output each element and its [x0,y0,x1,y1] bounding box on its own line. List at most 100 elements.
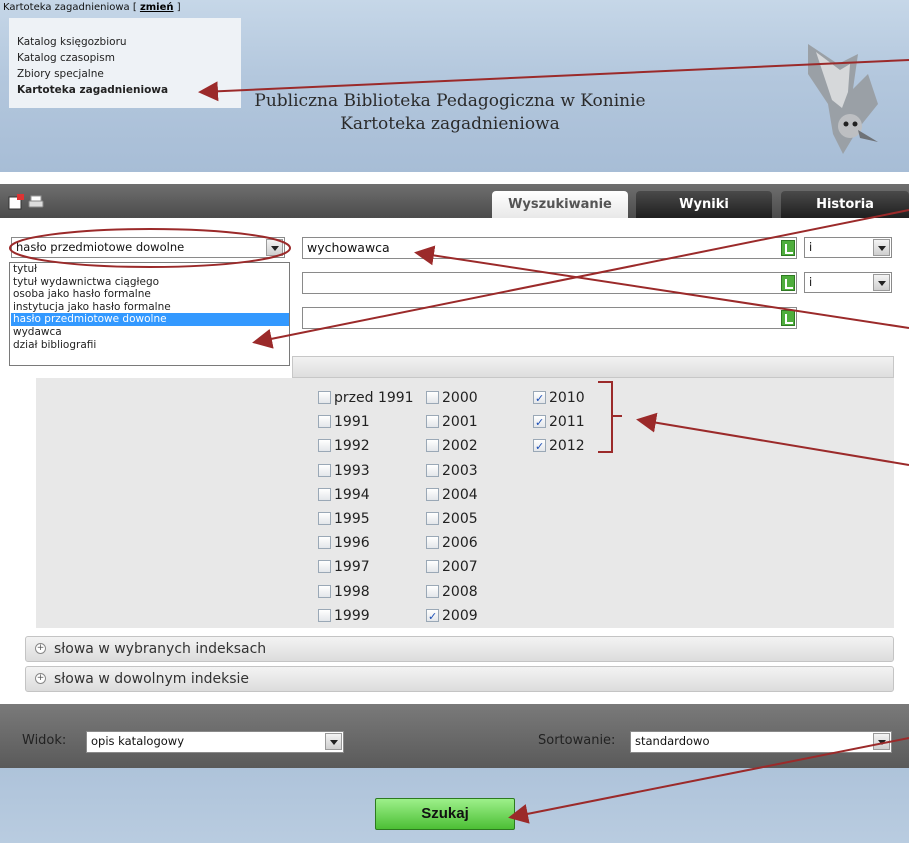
year-label: 1997 [334,559,370,576]
field-option[interactable]: wydawca [11,326,289,339]
catalog-menu-item[interactable]: Zbiory specjalne [17,66,241,82]
year-option[interactable]: 2002 [426,436,478,458]
year-checkbox[interactable] [318,608,331,622]
catalog-menu-item[interactable]: Katalog czasopism [17,50,241,66]
printer-icon[interactable] [28,194,44,210]
chevron-down-icon[interactable] [266,239,283,256]
year-checkbox[interactable] [318,512,331,525]
field-select[interactable]: hasło przedmiotowe dowolne [11,237,285,258]
year-label: 2012 [549,438,585,455]
year-checkbox-panel: przed 1991 1991 1992 1993 1994 1995 1996 1997 19… [36,378,894,628]
year-option[interactable]: 2004 [426,485,478,507]
year-checkbox[interactable] [533,413,546,433]
chevron-down-icon[interactable] [873,274,890,291]
search-term-1[interactable]: wychowawca [302,237,797,259]
year-checkbox[interactable] [426,536,439,550]
year-checkbox[interactable] [426,463,439,477]
new-page-icon[interactable] [8,194,24,210]
year-checkbox[interactable] [318,536,331,550]
field-option[interactable]: instytucja jako hasło formalne [11,301,289,314]
section-indexes-any[interactable]: + słowa w dowolnym indeksie [25,666,894,692]
search-panel: hasło przedmiotowe dowolne tytuł tytuł w… [0,218,909,704]
year-checkbox[interactable] [318,584,331,598]
tab-history[interactable]: Historia [781,191,909,218]
year-option[interactable]: 1993 [318,461,370,483]
keyboard-index-icon[interactable] [781,310,795,326]
operator-select-2[interactable]: i [804,272,892,293]
year-option[interactable]: 1991 [318,412,370,434]
year-label: 2011 [549,414,585,431]
view-select[interactable]: opis katalogowy [86,731,344,753]
year-checkbox[interactable] [318,415,331,429]
year-label: 1996 [334,535,370,552]
year-option[interactable]: przed 1991 [318,388,414,410]
keyboard-index-icon[interactable] [781,240,795,256]
search-term-3[interactable] [302,307,797,329]
year-option[interactable]: 2000 [426,388,478,410]
operator-select-1[interactable]: i [804,237,892,258]
year-option[interactable]: 1996 [318,533,370,555]
year-checkbox[interactable] [533,389,546,409]
year-checkbox[interactable] [426,439,439,453]
year-checkbox[interactable] [318,560,331,574]
field-option-selected[interactable]: hasło przedmiotowe dowolne [11,313,289,326]
field-option[interactable]: tytuł [11,263,289,276]
year-label: 2006 [442,535,478,552]
search-button[interactable]: Szukaj [375,798,515,830]
year-option[interactable]: 1992 [318,436,370,458]
change-catalog-link[interactable]: zmień [140,2,174,13]
date-range-header[interactable] [292,356,894,378]
year-option[interactable]: 1997 [318,557,370,579]
chevron-down-icon[interactable] [873,733,890,750]
year-option[interactable]: 1995 [318,509,370,531]
year-checkbox[interactable] [426,584,439,598]
year-option[interactable]: 1999 [318,606,370,628]
expand-plus-icon[interactable]: + [35,673,46,684]
year-checkbox[interactable] [426,607,439,627]
search-term-2[interactable] [302,272,797,294]
keyboard-index-icon[interactable] [781,275,795,291]
year-option[interactable]: 1998 [318,582,370,604]
field-option[interactable]: tytuł wydawnictwa ciągłego [11,276,289,289]
year-option[interactable]: 1994 [318,485,370,507]
sort-select[interactable]: standardowo [630,731,892,753]
year-option[interactable]: 2011 [533,412,585,434]
operator-1-value: i [809,240,813,254]
year-option[interactable]: 2007 [426,557,478,579]
year-checkbox[interactable] [426,560,439,574]
year-option[interactable]: 2003 [426,461,478,483]
catalog-menu-item-active[interactable]: Kartoteka zagadnieniowa [17,82,241,98]
year-checkbox[interactable] [426,487,439,501]
section-indexes-selected[interactable]: + słowa w wybranych indeksach [25,636,894,662]
tab-results[interactable]: Wyniki [636,191,772,218]
expand-plus-icon[interactable]: + [35,643,46,654]
year-option[interactable]: 2006 [426,533,478,555]
header-banner: Kartoteka zagadnieniowa [ zmień ] Katalo… [0,0,909,172]
search-term-1-value: wychowawca [307,240,390,255]
year-checkbox[interactable] [533,437,546,457]
year-option[interactable]: 2010 [533,388,585,410]
catalog-switch: Kartoteka zagadnieniowa [ zmień ] [3,2,181,13]
field-option[interactable]: osoba jako hasło formalne [11,288,289,301]
chevron-down-icon[interactable] [873,239,890,256]
catalog-name: Kartoteka zagadnieniowa [340,114,560,134]
year-label: 2003 [442,462,478,479]
year-option[interactable]: 2009 [426,606,478,628]
catalog-menu-item[interactable]: Katalog księgozbioru [17,34,241,50]
year-option[interactable]: 2008 [426,582,478,604]
sort-select-value: standardowo [635,734,710,748]
year-checkbox[interactable] [426,415,439,429]
year-checkbox[interactable] [318,487,331,501]
year-option[interactable]: 2001 [426,412,478,434]
year-checkbox[interactable] [426,512,439,525]
year-option[interactable]: 2005 [426,509,478,531]
field-option[interactable]: dział bibliografii [11,339,289,352]
year-checkbox[interactable] [318,391,331,404]
year-checkbox[interactable] [318,463,331,477]
year-checkbox[interactable] [318,439,331,453]
tab-search[interactable]: Wyszukiwanie [492,191,628,218]
year-option[interactable]: 2012 [533,436,585,458]
year-label: 2010 [549,390,585,406]
chevron-down-icon[interactable] [325,733,342,750]
year-checkbox[interactable] [426,391,439,404]
